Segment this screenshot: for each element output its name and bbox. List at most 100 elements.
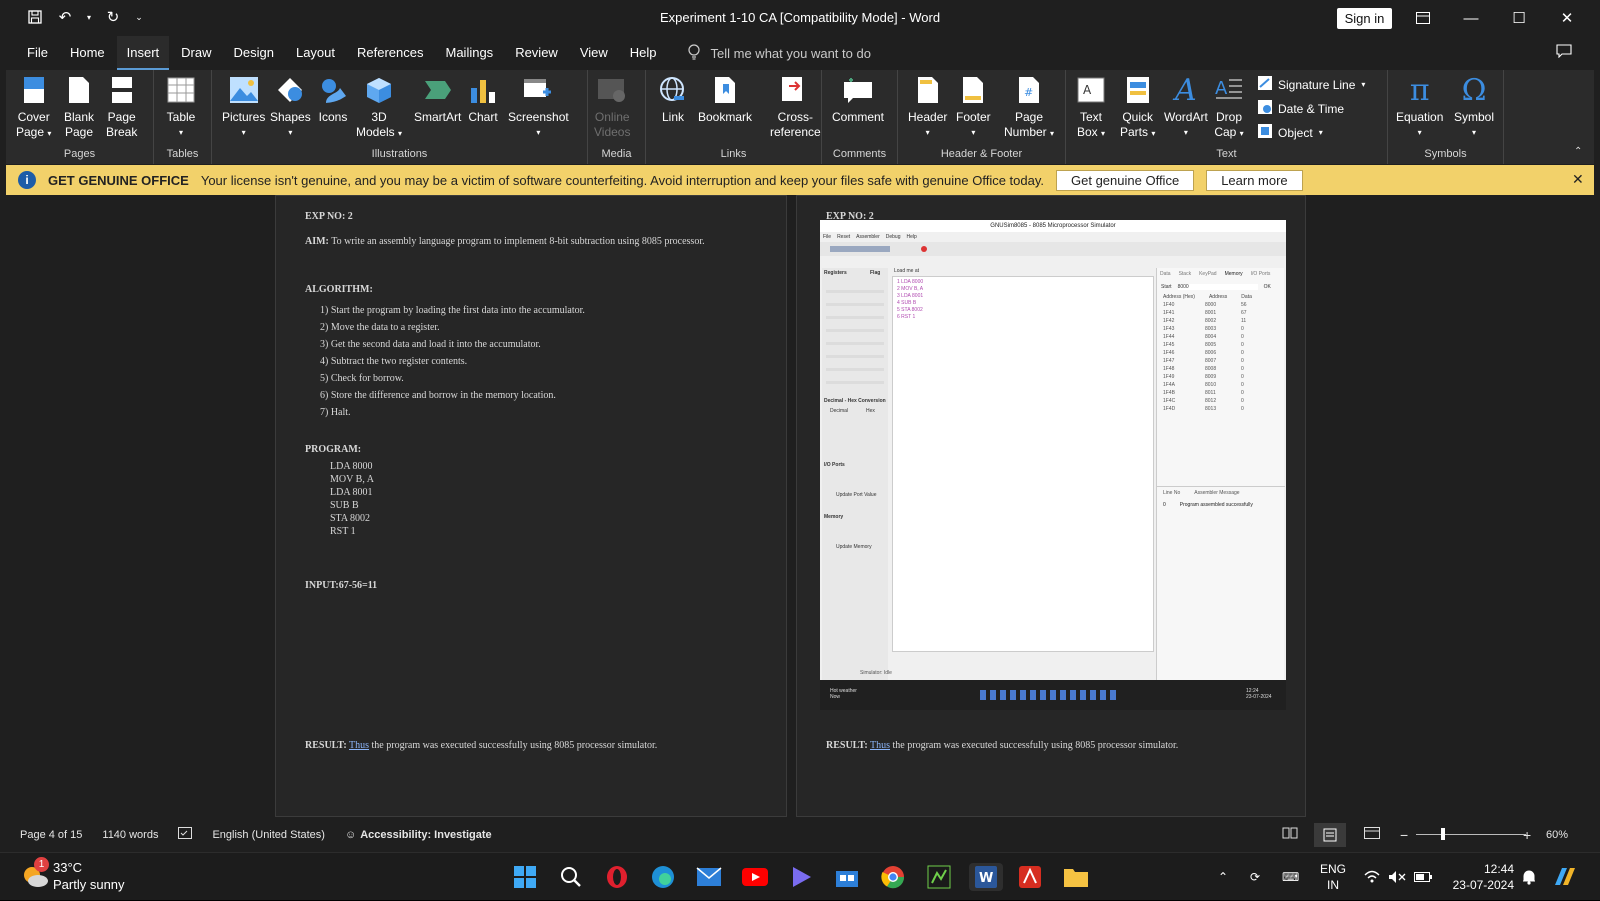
simulator-app-icon[interactable] (925, 863, 953, 891)
collapse-ribbon-icon[interactable]: ⌃ (1574, 146, 1582, 157)
page-number-button[interactable]: # Page Number ▾ (1004, 74, 1054, 141)
customize-qat-icon[interactable]: ⌄ (132, 6, 146, 28)
simulator-screenshot[interactable]: GNUSim8085 - 8085 Microprocessor Simulat… (820, 220, 1286, 710)
symbol-button[interactable]: Ω Symbol ▾ (1454, 74, 1494, 140)
wordart-button[interactable]: A WordArt ▾ (1164, 74, 1208, 140)
wifi-icon[interactable] (1364, 853, 1380, 901)
undo-icon[interactable]: ↶ (54, 6, 76, 28)
language-indicator[interactable]: English (United States) (212, 829, 325, 841)
tab-view[interactable]: View (570, 36, 618, 70)
result-link[interactable]: Thus (349, 740, 369, 751)
blank-page-button[interactable]: Blank Page (64, 74, 94, 140)
comments-pane-icon[interactable] (1556, 44, 1572, 63)
sync-icon[interactable]: ⟳ (1250, 853, 1260, 901)
store-icon[interactable] (833, 863, 861, 891)
page-break-button[interactable]: Page Break (106, 74, 137, 140)
weather-widget[interactable]: 33°C Partly sunny (53, 859, 125, 893)
undo-dropdown-icon[interactable]: ▾ (84, 6, 94, 28)
chrome-icon[interactable] (879, 863, 907, 891)
video-editor-icon[interactable] (787, 863, 815, 891)
accessibility-checker[interactable]: ☺ Accessibility: Investigate (345, 829, 492, 841)
zoom-in-icon[interactable]: + (1523, 827, 1531, 843)
language-switcher[interactable]: ENG IN (1320, 853, 1346, 901)
bookmark-button[interactable]: Bookmark (698, 74, 752, 125)
vertical-scrollbar[interactable] (1576, 195, 1594, 817)
tell-me-search[interactable]: Tell me what you want to do (687, 43, 871, 63)
volume-muted-icon[interactable] (1388, 853, 1406, 901)
maximize-icon[interactable]: ☐ (1496, 0, 1542, 36)
mail-icon[interactable] (695, 863, 723, 891)
youtube-icon[interactable] (741, 863, 769, 891)
save-icon[interactable] (24, 6, 46, 28)
edge-icon[interactable] (649, 863, 677, 891)
pictures-button[interactable]: Pictures ▾ (222, 74, 265, 140)
infobar-close-icon[interactable]: ✕ (1572, 171, 1584, 188)
screenshot-button[interactable]: Screenshot ▾ (508, 74, 569, 140)
result-link[interactable]: Thus (870, 740, 890, 751)
acrobat-icon[interactable] (1016, 863, 1044, 891)
proofing-icon[interactable] (178, 827, 193, 842)
windows-start-icon[interactable] (511, 863, 539, 891)
cover-page-button[interactable]: Cover Page ▾ (16, 74, 51, 141)
weather-widget-icon[interactable]: 1 (20, 857, 50, 891)
sim-mem-row: 1F46 8006 0 (1157, 350, 1284, 358)
redo-icon[interactable]: ↻ (102, 6, 124, 28)
drop-cap-button[interactable]: A Drop Cap ▾ (1214, 74, 1244, 141)
tab-layout[interactable]: Layout (286, 36, 345, 70)
equation-button[interactable]: π Equation ▾ (1396, 74, 1443, 140)
chart-button[interactable]: Chart (468, 74, 498, 125)
file-explorer-icon[interactable] (1062, 863, 1090, 891)
tab-help[interactable]: Help (620, 36, 667, 70)
tab-insert[interactable]: Insert (116, 36, 170, 70)
cross-reference-button[interactable]: Cross- reference (770, 74, 821, 140)
zoom-slider[interactable] (1416, 834, 1526, 835)
copilot-icon[interactable] (1552, 853, 1578, 901)
link-button[interactable]: Link (658, 74, 688, 125)
document-area[interactable] (6, 195, 1594, 817)
tab-references[interactable]: References (347, 36, 433, 70)
tab-mailings[interactable]: Mailings (436, 36, 504, 70)
page-count[interactable]: Page 4 of 15 (20, 829, 82, 841)
clock[interactable]: 12:44 23-07-2024 (1452, 853, 1514, 901)
zoom-out-icon[interactable]: − (1400, 827, 1408, 843)
shapes-button[interactable]: Shapes ▾ (270, 74, 311, 140)
sign-in-button[interactable]: Sign in (1337, 8, 1392, 29)
text-box-button[interactable]: A Text Box ▾ (1076, 74, 1106, 141)
quick-parts-button[interactable]: Quick Parts ▾ (1120, 74, 1155, 141)
footer-button[interactable]: Footer ▾ (956, 74, 991, 140)
tab-home[interactable]: Home (60, 36, 115, 70)
word-count[interactable]: 1140 words (102, 829, 158, 841)
keyboard-icon[interactable]: ⌨ (1282, 853, 1299, 901)
opera-icon[interactable] (603, 863, 631, 891)
zoom-level[interactable]: 60% (1546, 829, 1568, 841)
break-label-2: Break (106, 125, 138, 139)
comment-button[interactable]: Comment (832, 74, 884, 125)
print-layout-icon[interactable] (1314, 822, 1346, 847)
signature-line-button[interactable]: Signature Line ▾ (1258, 76, 1365, 93)
table-caret-icon: ▾ (178, 128, 183, 137)
icons-button[interactable]: Icons (318, 74, 348, 125)
notifications-bell-icon[interactable] (1522, 853, 1536, 901)
tab-draw[interactable]: Draw (171, 36, 221, 70)
battery-icon[interactable] (1414, 853, 1432, 901)
ribbon-display-options-icon[interactable] (1400, 0, 1446, 36)
tab-file[interactable]: File (17, 36, 58, 70)
smartart-button[interactable]: SmartArt (414, 74, 461, 125)
tab-review[interactable]: Review (505, 36, 568, 70)
learn-more-button[interactable]: Learn more (1206, 169, 1303, 191)
close-icon[interactable]: ✕ (1544, 0, 1590, 36)
minimize-icon[interactable]: — (1448, 0, 1494, 36)
zoom-slider-thumb[interactable] (1441, 828, 1445, 840)
date-time-button[interactable]: Date & Time (1258, 100, 1344, 117)
table-button[interactable]: Table ▾ (166, 74, 196, 140)
3d-models-button[interactable]: 3D Models ▾ (356, 74, 402, 141)
header-button[interactable]: Header ▾ (908, 74, 947, 140)
tab-design[interactable]: Design (224, 36, 284, 70)
get-genuine-office-button[interactable]: Get genuine Office (1056, 169, 1195, 191)
object-button[interactable]: Object ▾ (1258, 124, 1323, 141)
search-icon[interactable] (557, 863, 585, 891)
read-mode-icon[interactable] (1282, 827, 1298, 842)
show-hidden-icons[interactable]: ⌃ (1218, 853, 1228, 901)
word-icon[interactable]: W (969, 863, 1003, 891)
web-layout-icon[interactable] (1364, 827, 1380, 842)
